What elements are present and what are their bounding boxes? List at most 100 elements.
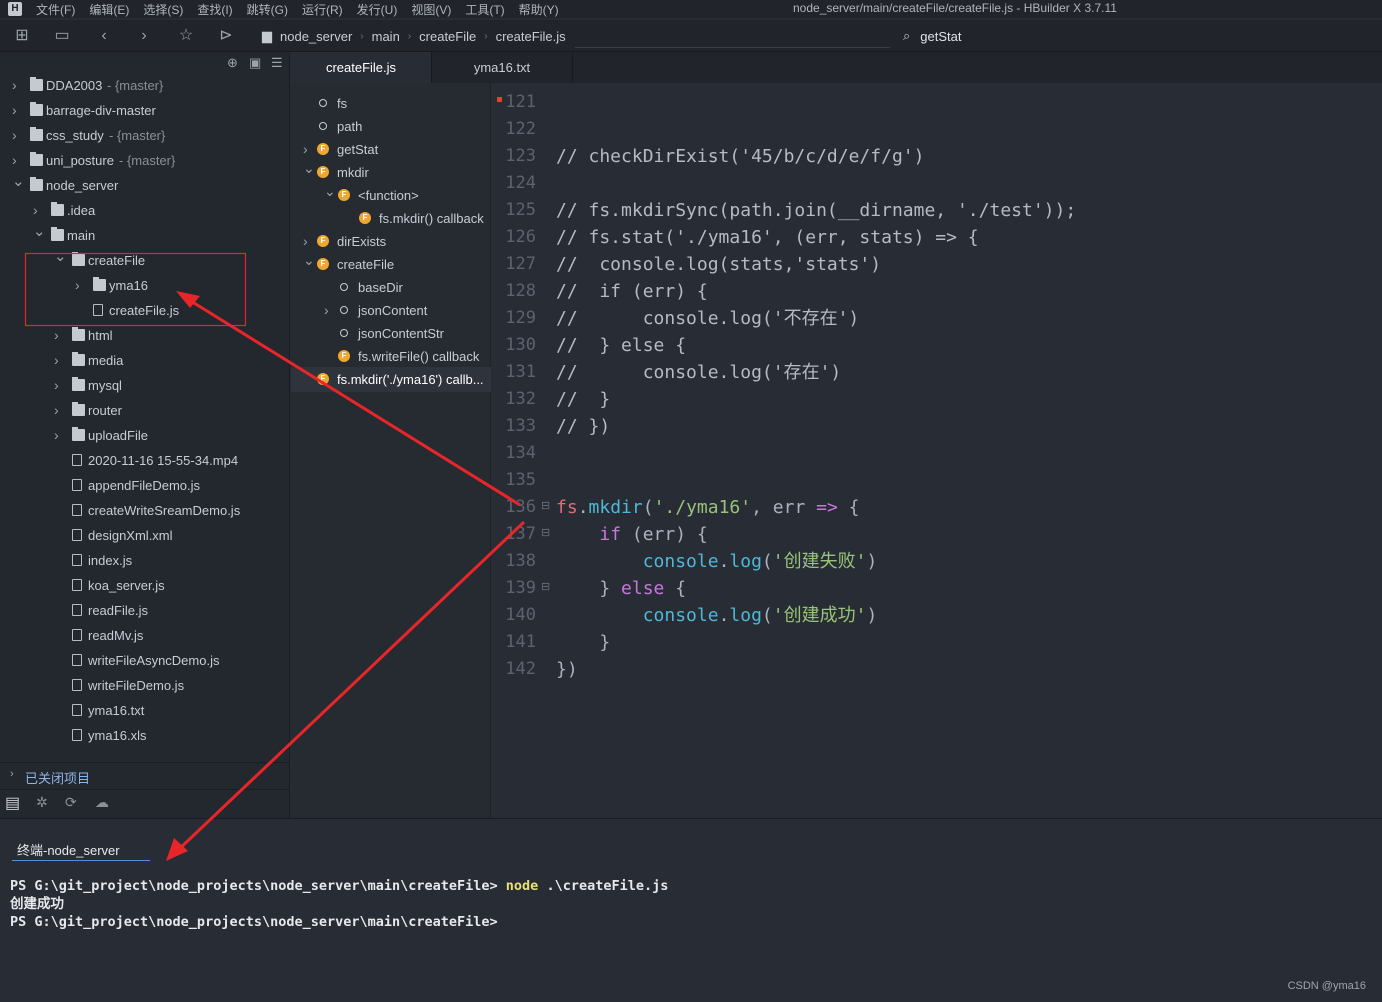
chevron-right-icon[interactable]: ›	[54, 323, 59, 348]
code-line[interactable]: console.log('创建成功')	[556, 602, 878, 629]
chevron-right-icon[interactable]: ›	[12, 123, 17, 148]
code-line[interactable]: // console.log(stats,'stats')	[556, 251, 881, 278]
tree-item[interactable]: ⌄ createFile	[0, 248, 290, 273]
menu-item[interactable]: 文件(F)	[36, 1, 75, 18]
outline-item[interactable]: › jsonContent	[291, 298, 491, 323]
chevron-right-icon[interactable]: ›	[324, 298, 329, 323]
outline-item[interactable]: ⌄ F <function>	[291, 183, 491, 208]
code-line[interactable]: } else {	[556, 575, 686, 602]
fold-icon[interactable]: ⊟	[541, 499, 550, 512]
forward-icon[interactable]: ›	[134, 26, 154, 46]
code-line[interactable]: // })	[556, 413, 610, 440]
search-input[interactable]: getStat	[920, 29, 961, 44]
menu-item[interactable]: 帮助(Y)	[519, 1, 559, 18]
breadcrumb-item[interactable]: createFile.js	[496, 29, 566, 44]
run-icon[interactable]: ⊳	[216, 26, 236, 46]
code-line[interactable]: // console.log('不存在')	[556, 305, 859, 332]
code-line[interactable]: // } else {	[556, 332, 686, 359]
chevron-down-icon[interactable]: ⌄	[324, 179, 336, 204]
code-line[interactable]: // checkDirExist('45/b/c/d/e/f/g')	[556, 143, 924, 170]
terminal-tab[interactable]: 终端-node_server	[17, 840, 120, 859]
tree-item[interactable]: › uploadFile	[0, 423, 290, 448]
code-line[interactable]: // if (err) {	[556, 278, 708, 305]
chevron-down-icon[interactable]: ⌄	[303, 156, 315, 181]
chevron-right-icon[interactable]: ›	[54, 398, 59, 423]
outline-item[interactable]: ⌄ FcreateFile	[291, 252, 491, 277]
new-file-icon[interactable]: ⊞	[12, 26, 32, 46]
tree-item[interactable]: › uni_posture - {master}	[0, 148, 290, 173]
code-editor[interactable]: 121 122 123 // checkDirExist('45/b/c/d/e/f/…	[492, 83, 1382, 818]
terminal-line[interactable]: PS G:\git_project\node_projects\node_ser…	[10, 877, 668, 895]
search-box[interactable]: ⌕ getStat	[903, 28, 961, 44]
star-icon[interactable]: ☆	[176, 26, 196, 46]
locate-icon[interactable]: ⊕	[227, 55, 238, 71]
menu-item[interactable]: 编辑(E)	[89, 1, 129, 18]
outline-item[interactable]: Ffs.mkdir() callback	[291, 206, 491, 231]
code-line[interactable]: // }	[556, 386, 610, 413]
tree-item[interactable]: ⌄ node_server	[0, 173, 290, 198]
save-icon[interactable]: ▭	[52, 26, 72, 46]
breadcrumb-item[interactable]: createFile	[419, 29, 476, 44]
terminal-line[interactable]: 创建成功	[10, 895, 64, 913]
chevron-right-icon[interactable]: ›	[54, 373, 59, 398]
tree-item[interactable]: › yma16	[0, 273, 290, 298]
code-line[interactable]: // fs.stat('./yma16', (err, stats) => {	[556, 224, 979, 251]
tree-item[interactable]: yma16.xls	[0, 723, 290, 748]
tab-createFile-js[interactable]: createFile.js	[291, 52, 432, 83]
tree-item[interactable]: yma16.txt	[0, 698, 290, 723]
debug-icon[interactable]: ✲	[36, 794, 48, 811]
menu-item[interactable]: 选择(S)	[143, 1, 183, 18]
outline-item[interactable]: › FdirExists	[291, 229, 491, 254]
cloud-icon[interactable]: ☁	[95, 794, 109, 811]
tree-item[interactable]: designXml.xml	[0, 523, 290, 548]
tree-item[interactable]: › media	[0, 348, 290, 373]
tree-item[interactable]: writeFileDemo.js	[0, 673, 290, 698]
chevron-right-icon[interactable]: ›	[54, 348, 59, 373]
code-line[interactable]: console.log('创建失败')	[556, 548, 878, 575]
collapse-icon[interactable]: ▣	[249, 55, 261, 71]
chevron-right-icon[interactable]: ›	[12, 98, 17, 123]
code-line[interactable]: if (err) {	[556, 521, 707, 548]
tree-item[interactable]: › barrage-div-master	[0, 98, 290, 123]
outline-item[interactable]: Ffs.mkdir('./yma16') callb...	[291, 367, 491, 392]
chevron-down-icon[interactable]: ⌄	[33, 219, 46, 244]
tree-item[interactable]: › html	[0, 323, 290, 348]
code-line[interactable]: // console.log('存在')	[556, 359, 841, 386]
tree-item[interactable]: writeFileAsyncDemo.js	[0, 648, 290, 673]
code-line[interactable]: fs.mkdir('./yma16', err => {	[556, 494, 860, 521]
project-manager-icon[interactable]: ▤	[5, 793, 20, 813]
tree-item[interactable]: › router	[0, 398, 290, 423]
chevron-down-icon[interactable]: ⌄	[12, 169, 25, 194]
menu-item[interactable]: 工具(T)	[465, 1, 504, 18]
menu-item[interactable]: 跳转(G)	[247, 1, 288, 18]
breadcrumb-item[interactable]: main	[372, 29, 400, 44]
chevron-down-icon[interactable]: ⌄	[54, 244, 67, 269]
tab-yma16-txt[interactable]: yma16.txt	[432, 52, 573, 83]
code-line[interactable]: }	[556, 629, 610, 656]
tree-item[interactable]: readFile.js	[0, 598, 290, 623]
tree-item[interactable]: index.js	[0, 548, 290, 573]
menu-item[interactable]: 运行(R)	[302, 1, 343, 18]
tree-item[interactable]: › css_study - {master}	[0, 123, 290, 148]
chevron-right-icon[interactable]: ›	[54, 423, 59, 448]
chevron-right-icon[interactable]: ›	[12, 73, 17, 98]
outline-item[interactable]: Ffs.writeFile() callback	[291, 344, 491, 369]
menu-item[interactable]: 发行(U)	[357, 1, 398, 18]
menu-item[interactable]: 查找(I)	[197, 1, 232, 18]
tree-item[interactable]: › mysql	[0, 373, 290, 398]
fold-icon[interactable]: ⊟	[541, 580, 550, 593]
outline-item[interactable]: jsonContentStr	[291, 321, 491, 346]
tree-item[interactable]: createFile.js	[0, 298, 290, 323]
outline-item[interactable]: baseDir	[291, 275, 491, 300]
closed-projects[interactable]: 已关闭项目	[25, 768, 90, 787]
tree-item[interactable]: koa_server.js	[0, 573, 290, 598]
code-line[interactable]: })	[556, 656, 578, 683]
outline-item[interactable]: ⌄ Fmkdir	[291, 160, 491, 185]
tree-item[interactable]: ⌄ main	[0, 223, 290, 248]
menu-icon[interactable]: ☰	[271, 55, 283, 71]
breadcrumb-item[interactable]: node_server	[280, 29, 352, 44]
back-icon[interactable]: ‹	[94, 26, 114, 46]
tree-item[interactable]: createWriteSreamDemo.js	[0, 498, 290, 523]
chevron-right-icon[interactable]: ›	[75, 273, 80, 298]
fold-icon[interactable]: ⊟	[541, 526, 550, 539]
